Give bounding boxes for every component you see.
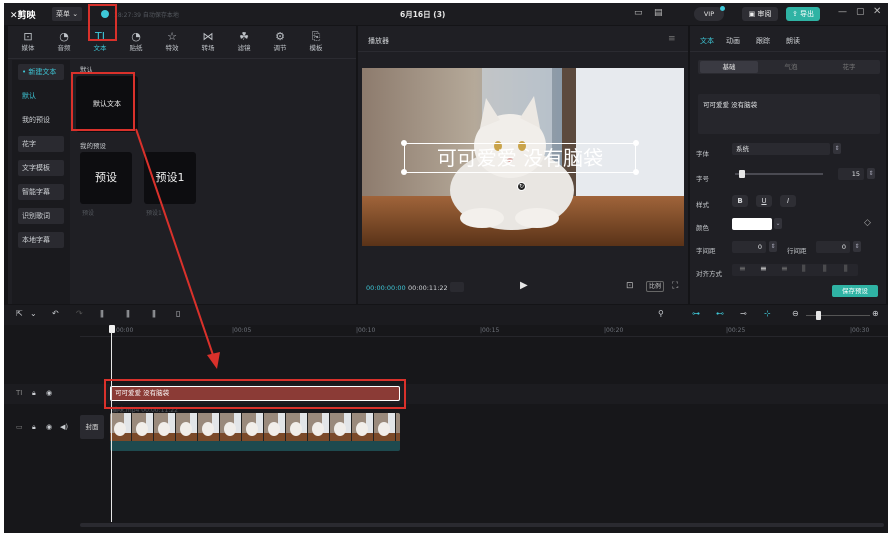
annotation-arrow — [135, 128, 220, 369]
app-window: ✕剪映 菜单 ⌄ 18:27:39 自动保存本地 6月16日 (3) ▭ ▤ V… — [4, 3, 888, 533]
